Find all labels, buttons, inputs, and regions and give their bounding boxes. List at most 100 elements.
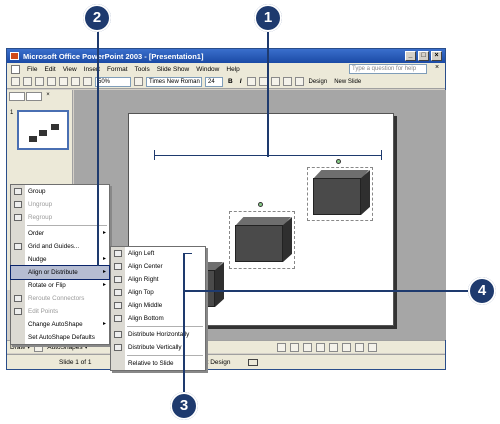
redo-icon[interactable]	[83, 77, 92, 86]
line-color-icon[interactable]	[289, 342, 299, 352]
font-color-icon[interactable]	[294, 77, 304, 86]
submenu-align-bottom[interactable]: Align Bottom	[111, 312, 205, 325]
menu-slide-show[interactable]: Slide Show	[157, 66, 190, 73]
callout-3-bracket-top	[183, 253, 192, 254]
menu-help[interactable]: Help	[226, 66, 239, 73]
help-search-input[interactable]: Type a question for help	[349, 64, 427, 74]
menu-item-regroup[interactable]: Regroup	[11, 211, 109, 224]
spellcheck-icon	[248, 358, 259, 366]
callout-2: 2	[83, 4, 111, 32]
submenu-relative-to-slide[interactable]: Relative to Slide	[111, 357, 205, 370]
callout-4-line	[184, 290, 468, 292]
3d-style-icon[interactable]	[367, 342, 377, 352]
submenu-arrow-icon: ▸	[102, 256, 106, 262]
menu-item-reroute-connectors[interactable]: Reroute Connectors	[11, 292, 109, 305]
tab-slides[interactable]	[26, 92, 42, 101]
callout-3-line	[183, 253, 185, 395]
open-icon[interactable]	[23, 77, 32, 86]
slide-number: 1	[10, 110, 14, 116]
menu-edit[interactable]: Edit	[44, 66, 55, 73]
shadow-style-icon[interactable]	[354, 342, 364, 352]
powerpoint-app-icon	[10, 52, 19, 60]
submenu-align-right[interactable]: Align Right	[111, 273, 205, 286]
rotation-handle[interactable]	[336, 159, 341, 164]
align-submenu: Align Left Align Center Align Right Alig…	[110, 246, 206, 371]
submenu-distribute-vertically[interactable]: Distribute Vertically	[111, 341, 205, 354]
menu-item-label: Align Center	[128, 263, 163, 270]
save-icon[interactable]	[35, 77, 44, 86]
menu-item-label: Group	[28, 188, 46, 195]
numbering-icon[interactable]	[270, 77, 280, 86]
menu-item-ungroup[interactable]: Ungroup	[11, 198, 109, 211]
line-style-icon[interactable]	[315, 342, 325, 352]
bullets-icon[interactable]	[282, 77, 292, 86]
zoom-select[interactable]: 50%	[95, 76, 131, 87]
help-icon[interactable]	[134, 77, 143, 86]
menu-view[interactable]: View	[63, 66, 77, 73]
text-color-icon[interactable]	[302, 342, 312, 352]
menu-item-align-or-distribute[interactable]: Align or Distribute ▸	[10, 265, 110, 280]
copy-icon[interactable]	[59, 77, 68, 86]
menu-item-nudge[interactable]: Nudge ▸	[11, 253, 109, 266]
menu-item-set-autoshape-defaults[interactable]: Set AutoShape Defaults	[11, 331, 109, 344]
new-slide-button[interactable]: New Slide	[332, 79, 363, 85]
document-icon[interactable]	[11, 64, 20, 74]
new-icon[interactable]	[11, 77, 20, 86]
menu-item-edit-points[interactable]: Edit Points	[11, 305, 109, 318]
design-button[interactable]: Design	[307, 79, 330, 85]
menu-item-order[interactable]: Order ▸	[11, 227, 109, 240]
align-left-icon[interactable]	[246, 77, 256, 86]
callout-1-bracket-right	[381, 150, 382, 160]
maximize-button[interactable]: □	[418, 51, 429, 61]
rotation-handle[interactable]	[258, 202, 263, 207]
callout-1-line	[267, 30, 269, 157]
window-title: Microsoft Office PowerPoint 2003 - [Pres…	[23, 51, 204, 61]
close-button[interactable]: ×	[431, 51, 442, 61]
menu-item-label: Align Right	[128, 276, 159, 283]
align-left-icon	[114, 250, 122, 257]
font-select[interactable]: Times New Roman	[146, 76, 202, 87]
menu-item-label: Grid and Guides...	[28, 243, 80, 250]
thumb-cube	[39, 130, 47, 136]
menu-window[interactable]: Window	[196, 66, 219, 73]
menu-item-label: Align Top	[128, 289, 154, 296]
minimize-button[interactable]: _	[405, 51, 416, 61]
arrow-style-icon[interactable]	[341, 342, 351, 352]
slide-thumbnail[interactable]	[17, 110, 69, 150]
undo-icon[interactable]	[71, 77, 80, 86]
context-menu: Group Ungroup Regroup Order ▸ Grid and Gu…	[10, 184, 110, 345]
cube-front-face	[235, 225, 283, 262]
menu-item-change-autoshape[interactable]: Change AutoShape ▸	[11, 318, 109, 331]
tab-outline[interactable]	[9, 92, 25, 101]
fill-color-icon[interactable]	[276, 342, 286, 352]
menu-tools[interactable]: Tools	[135, 66, 150, 73]
menu-item-label: Align Left	[128, 250, 155, 257]
thumb-cube	[29, 136, 37, 142]
menu-item-grid-and-guides[interactable]: Grid and Guides...	[11, 240, 109, 253]
edit-points-icon	[14, 308, 22, 315]
menu-file[interactable]: File	[27, 66, 37, 73]
cut-icon[interactable]	[47, 77, 56, 86]
submenu-align-center[interactable]: Align Center	[111, 260, 205, 273]
bold-button[interactable]: B	[226, 78, 235, 85]
submenu-arrow-icon: ▸	[102, 269, 106, 275]
distribute-vertical-icon	[114, 344, 122, 351]
close-document-button[interactable]: ×	[432, 64, 442, 74]
pane-close-button[interactable]: ×	[43, 92, 53, 101]
dash-style-icon[interactable]	[328, 342, 338, 352]
submenu-align-middle[interactable]: Align Middle	[111, 299, 205, 312]
distribute-horizontal-icon	[114, 331, 122, 338]
menu-format[interactable]: Format	[107, 66, 128, 73]
submenu-align-top[interactable]: Align Top	[111, 286, 205, 299]
italic-button[interactable]: I	[238, 78, 244, 85]
menu-item-group[interactable]: Group	[11, 185, 109, 198]
standard-toolbar: 50% Times New Roman 24 B I Design New Sl…	[7, 75, 445, 89]
align-center-icon	[114, 263, 122, 270]
menu-item-rotate-or-flip[interactable]: Rotate or Flip ▸	[11, 279, 109, 292]
font-size-select[interactable]: 24	[205, 76, 223, 87]
menu-item-label: Distribute Vertically	[128, 344, 182, 351]
menu-item-label: Nudge	[28, 256, 47, 263]
submenu-distribute-horizontally[interactable]: Distribute Horizontally	[111, 328, 205, 341]
menu-item-label: Align Middle	[128, 302, 163, 309]
align-top-icon	[114, 289, 122, 296]
